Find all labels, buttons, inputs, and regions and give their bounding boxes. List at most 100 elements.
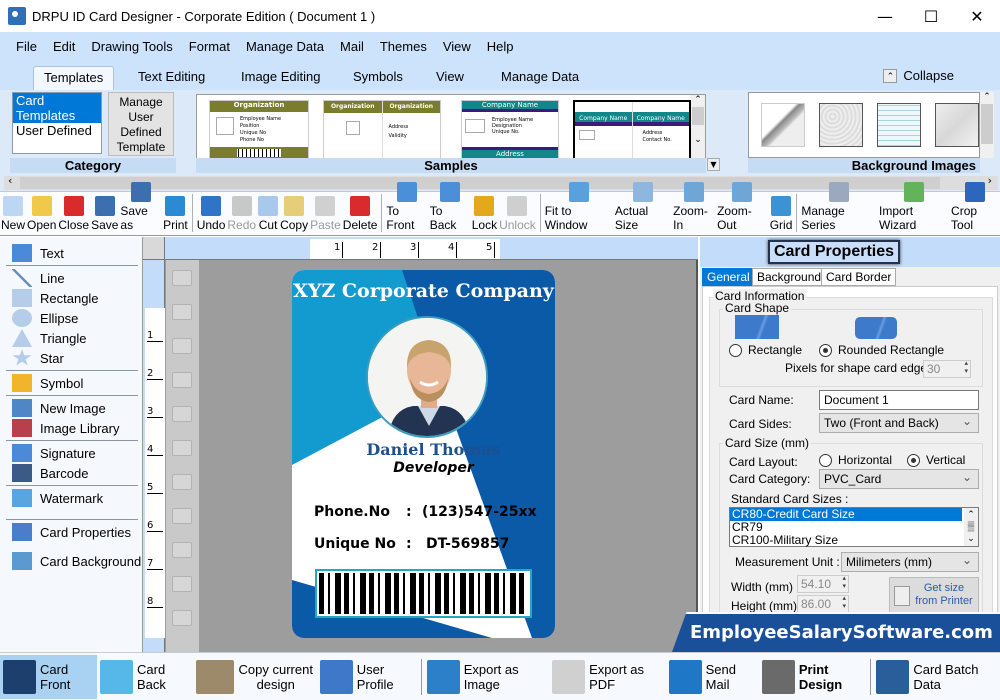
standard-sizes-list[interactable]: CR80-Credit Card Size CR79 CR100-Militar…	[729, 507, 979, 547]
samples-vertical-scrollbar[interactable]: ⌃ ⌄	[691, 95, 705, 159]
employee-designation[interactable]: Developer	[292, 460, 555, 476]
tab-symbols[interactable]: Symbols	[343, 66, 413, 90]
tool-watermark[interactable]: Watermark	[12, 488, 103, 508]
minimize-button[interactable]: —	[862, 0, 908, 32]
copy-button[interactable]: Copy	[280, 196, 308, 235]
menu-view[interactable]: View	[443, 39, 471, 54]
tab-background[interactable]: Background	[752, 268, 827, 286]
tool-signature[interactable]: Signature	[12, 443, 96, 463]
open-button[interactable]: Open	[27, 196, 56, 235]
unique-no-field[interactable]: Unique No: DT-569857	[314, 528, 537, 560]
bg-thumb-grid[interactable]	[877, 103, 921, 147]
fit-to-window-button[interactable]: Fit to Window	[545, 182, 613, 235]
menu-manage-data[interactable]: Manage Data	[246, 39, 324, 54]
grid-button[interactable]: Grid	[770, 196, 792, 235]
align-left-icon[interactable]	[172, 406, 192, 422]
align-top-icon[interactable]	[172, 474, 192, 490]
edge-pixels-spinner[interactable]: 30	[923, 360, 971, 378]
unlock-button[interactable]: Unlock	[499, 196, 536, 235]
menu-themes[interactable]: Themes	[380, 39, 427, 54]
paste-button[interactable]: Paste	[310, 196, 341, 235]
tab-view[interactable]: View	[426, 66, 474, 90]
align-right-icon[interactable]	[172, 440, 192, 456]
zoom-out-button[interactable]: Zoom-Out	[717, 182, 768, 235]
print-design-button[interactable]: Print Design	[759, 655, 869, 699]
tab-card-border[interactable]: Card Border	[821, 268, 897, 286]
to-back-button[interactable]: To Back	[430, 182, 470, 235]
tool-symbol[interactable]: Symbol	[12, 373, 83, 393]
tool-star[interactable]: Star	[12, 348, 64, 368]
sizes-scrollbar[interactable]: ⌃ ▒ ⌄	[964, 508, 978, 546]
tool-line[interactable]: Line	[12, 268, 65, 288]
cut-button[interactable]: Cut	[258, 196, 279, 235]
undo-button[interactable]: Undo	[197, 196, 225, 235]
bg-thumb-texture[interactable]	[819, 103, 863, 147]
tool-barcode[interactable]: Barcode	[12, 463, 88, 483]
card-category-select[interactable]: PVC_Card	[819, 468, 979, 489]
import-wizard-button[interactable]: Import Wizard	[879, 182, 949, 235]
menu-mail[interactable]: Mail	[340, 39, 364, 54]
sample-template-4[interactable]: Company Name Company Name Address Contact…	[573, 100, 691, 160]
unlock-icon[interactable]	[172, 372, 192, 388]
menu-format[interactable]: Format	[189, 39, 230, 54]
menu-edit[interactable]: Edit	[53, 39, 75, 54]
manage-series-button[interactable]: Manage Series	[801, 182, 877, 235]
collapse-button[interactable]: ⌃ Collapse	[883, 68, 954, 83]
tool-card-background[interactable]: Card Background	[12, 551, 141, 571]
size-option[interactable]: CR80-Credit Card Size	[730, 508, 962, 521]
id-card-front[interactable]: XYZ Corporate Company Daniel Thomas Deve…	[292, 270, 555, 638]
send-backward-icon[interactable]	[172, 304, 192, 320]
radio-rectangle[interactable]: Rectangle	[729, 343, 802, 358]
sample-template-1[interactable]: Organization Employee Name Position Unique…	[209, 100, 309, 160]
size-option[interactable]: CR100-Military Size	[730, 534, 978, 547]
send-mail-button[interactable]: Send Mail	[666, 655, 759, 699]
samples-dropdown-arrow-icon[interactable]: ▼	[707, 158, 720, 171]
phone-field[interactable]: Phone.No: (123)547-25xx	[314, 496, 537, 528]
delete-button[interactable]: Delete	[343, 196, 377, 235]
card-front-button[interactable]: Card Front	[0, 654, 97, 699]
radio-horizontal[interactable]: Horizontal	[819, 453, 892, 468]
align-center-vertical-icon[interactable]	[172, 576, 192, 592]
card-back-button[interactable]: Card Back	[97, 655, 193, 699]
menu-file[interactable]: File	[16, 39, 37, 54]
width-spinner[interactable]: 54.10	[797, 575, 849, 593]
bring-forward-icon[interactable]	[172, 270, 192, 286]
tab-text-editing[interactable]: Text Editing	[128, 66, 215, 90]
center-on-card-icon[interactable]	[172, 610, 192, 626]
new-button[interactable]: New	[1, 196, 25, 235]
tool-ellipse[interactable]: Ellipse	[12, 308, 78, 328]
card-sides-select[interactable]: Two (Front and Back)	[819, 412, 979, 433]
menu-help[interactable]: Help	[487, 39, 514, 54]
tool-triangle[interactable]: Triangle	[12, 328, 86, 348]
rectangle-shape-preview-icon[interactable]	[735, 315, 779, 339]
tool-card-properties[interactable]: Card Properties	[12, 522, 131, 542]
tool-text[interactable]: Text	[12, 243, 64, 263]
menu-drawing-tools[interactable]: Drawing Tools	[91, 39, 172, 54]
category-item-card-templates[interactable]: Card Templates	[13, 93, 101, 123]
employee-name[interactable]: Daniel Thomas	[292, 440, 555, 459]
close-button[interactable]: Close	[58, 196, 89, 235]
get-size-from-printer-button[interactable]: Get size from Printer	[889, 577, 979, 617]
bg-thumb-no-preview[interactable]	[761, 103, 805, 147]
company-name[interactable]: XYZ Corporate Company	[292, 280, 555, 302]
employee-photo[interactable]	[366, 316, 488, 438]
barcode[interactable]	[315, 569, 532, 618]
sample-template-2[interactable]: Organization Organization Address Validit…	[323, 100, 441, 160]
card-batch-data-button[interactable]: Card Batch Data	[873, 655, 1000, 699]
actual-size-button[interactable]: Actual Size	[615, 182, 671, 235]
category-list[interactable]: Card Templates User Defined	[12, 92, 102, 154]
lock-icon[interactable]	[172, 338, 192, 354]
radio-rounded-rectangle[interactable]: Rounded Rectangle	[819, 343, 944, 358]
tab-manage-data[interactable]: Manage Data	[491, 66, 589, 90]
user-profile-button[interactable]: User Profile	[317, 655, 419, 699]
bg-images-scrollbar[interactable]: ⌃	[980, 92, 994, 158]
tool-rectangle[interactable]: Rectangle	[12, 288, 99, 308]
align-bottom-icon[interactable]	[172, 508, 192, 524]
tab-templates[interactable]: Templates	[33, 66, 115, 90]
height-spinner[interactable]: 86.00	[797, 595, 849, 613]
close-button[interactable]: ✕	[954, 0, 1000, 32]
bg-thumb-marble[interactable]	[935, 103, 979, 147]
manage-user-defined-template-button[interactable]: Manage User Defined Template	[108, 92, 174, 156]
export-as-pdf-button[interactable]: Export as PDF	[549, 655, 666, 699]
maximize-button[interactable]: ☐	[908, 0, 954, 32]
